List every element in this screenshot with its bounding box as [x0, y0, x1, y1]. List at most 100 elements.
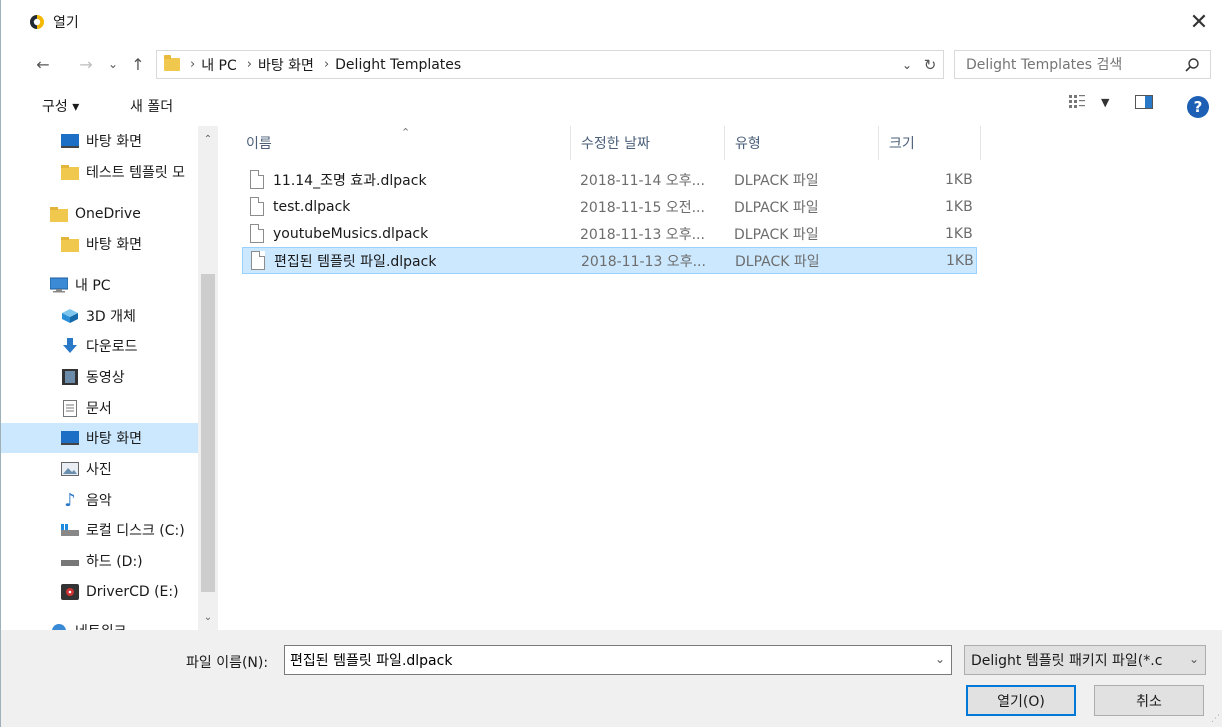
address-dropdown-icon[interactable]: ⌄: [897, 58, 917, 72]
breadcrumb-delight-templates[interactable]: Delight Templates: [335, 57, 461, 73]
help-icon[interactable]: ?: [1187, 96, 1209, 118]
sidebar-item-quick-desktop[interactable]: 바탕 화면: [1, 126, 198, 156]
3d-objects-icon: [61, 308, 79, 324]
sidebar-item-3d-objects[interactable]: 3D 개체: [1, 301, 198, 331]
folder-icon: [61, 164, 79, 180]
sidebar-item-test-templates[interactable]: 테스트 템플릿 모: [1, 157, 198, 187]
file-name: test.dlpack: [273, 198, 351, 215]
search-box: [954, 50, 1211, 79]
column-header-size-label: 크기: [889, 136, 915, 152]
new-folder-button[interactable]: 새 폴더: [130, 96, 173, 116]
address-bar[interactable]: › 내 PC › 바탕 화면 › Delight Templates ⌄ ↻: [156, 50, 944, 79]
document-icon: [61, 399, 79, 417]
view-dropdown-icon[interactable]: ▼: [1101, 96, 1109, 109]
network-icon: [50, 623, 68, 630]
breadcrumb-desktop[interactable]: 바탕 화면: [258, 55, 314, 75]
organize-menu[interactable]: 구성 ▾: [42, 96, 79, 116]
sidebar-item-label: 바탕 화면: [86, 134, 142, 150]
file-icon: [250, 224, 264, 243]
sidebar-item-desktop[interactable]: 바탕 화면: [1, 423, 198, 453]
sidebar-item-label: 네트워크: [75, 621, 127, 630]
refresh-icon[interactable]: ↻: [917, 56, 943, 74]
file-row[interactable]: 11.14_조명 효과.dlpack 2018-11-14 오후... DLPA…: [242, 167, 977, 194]
up-arrow-icon: ↑: [131, 54, 145, 74]
recent-locations-button[interactable]: ⌄: [102, 53, 124, 75]
sidebar-item-onedrive-desktop[interactable]: 바탕 화면: [1, 229, 198, 259]
close-button[interactable]: ✕: [1176, 0, 1222, 44]
scroll-up-icon[interactable]: ⌃: [198, 134, 218, 145]
column-header-size[interactable]: 크기: [879, 126, 981, 160]
filename-input[interactable]: [285, 647, 915, 673]
file-type: DLPACK 파일: [735, 253, 820, 270]
file-name: youtubeMusics.dlpack: [273, 225, 429, 242]
sidebar-item-videos[interactable]: 동영상: [1, 362, 198, 392]
chevron-down-icon: ⌄: [107, 57, 119, 71]
file-list: ⌃ 이름 수정한 날짜 유형 크기 11.14_조명 효과.dlpack 201…: [218, 126, 1222, 630]
sidebar-item-documents[interactable]: 문서: [1, 393, 198, 423]
sidebar-item-onedrive[interactable]: OneDrive: [1, 199, 198, 229]
sidebar-item-drivercd-e[interactable]: DriverCD (E:): [1, 577, 198, 607]
file-size: 1KB: [946, 252, 974, 269]
download-icon: [61, 338, 79, 354]
column-header-type[interactable]: 유형: [725, 126, 879, 160]
file-size: 1KB: [945, 198, 973, 215]
search-icon[interactable]: [1184, 57, 1200, 73]
filename-field: ⌄: [284, 645, 952, 675]
sidebar-item-label: 하드 (D:): [86, 554, 143, 570]
column-header-name-label: 이름: [246, 136, 272, 152]
local-disk-icon: [61, 522, 79, 538]
sidebar-item-drive-d[interactable]: 하드 (D:): [1, 546, 198, 576]
scroll-down-icon[interactable]: ⌄: [198, 612, 218, 623]
breadcrumb-my-pc[interactable]: 내 PC: [201, 55, 237, 75]
file-date: 2018-11-15 오전...: [580, 199, 705, 216]
sidebar-item-music[interactable]: ♪ 음악: [1, 485, 198, 515]
sidebar-item-label: 바탕 화면: [86, 237, 142, 253]
forward-arrow-icon: →: [79, 54, 93, 74]
up-button[interactable]: ↑: [127, 53, 149, 75]
scrollbar-thumb[interactable]: [201, 274, 215, 592]
back-arrow-icon: ←: [36, 54, 50, 74]
file-size: 1KB: [945, 225, 973, 242]
folder-icon: [61, 236, 79, 252]
search-input[interactable]: [955, 51, 1175, 78]
sidebar-item-label: 3D 개체: [86, 309, 136, 325]
sidebar-item-label: 바탕 화면: [86, 431, 142, 447]
column-header-date[interactable]: 수정한 날짜: [571, 126, 725, 160]
sidebar-item-my-pc[interactable]: 내 PC: [1, 270, 198, 300]
column-header-name[interactable]: 이름: [236, 126, 571, 160]
file-icon: [250, 170, 264, 189]
file-row-selected[interactable]: 편집된 템플릿 파일.dlpack 2018-11-13 오후... DLPAC…: [242, 247, 977, 274]
column-header-type-label: 유형: [735, 136, 761, 152]
window-title: 열기: [53, 15, 79, 31]
resize-grip-icon[interactable]: ⋰: [1211, 714, 1220, 724]
forward-button[interactable]: →: [75, 53, 97, 75]
navigation-pane: 바탕 화면 테스트 템플릿 모 OneDrive 바탕 화면 내 PC 3D 개…: [1, 126, 218, 630]
sidebar-item-label: 음악: [86, 493, 112, 509]
back-button[interactable]: ←: [32, 53, 54, 75]
view-options-icon[interactable]: [1069, 95, 1087, 109]
sidebar-item-pictures[interactable]: 사진: [1, 454, 198, 484]
address-row: ← → ⌄ ↑ › 내 PC › 바탕 화면 › Delight Templat…: [1, 44, 1222, 84]
sidebar-item-local-disk-c[interactable]: 로컬 디스크 (C:): [1, 515, 198, 545]
column-header-date-label: 수정한 날짜: [581, 136, 650, 152]
address-bar-controls: ⌄ ↻: [897, 51, 943, 78]
navigation-scrollbar[interactable]: ⌃ ⌄: [198, 126, 218, 630]
filetype-select[interactable]: Delight 템플릿 패키지 파일(*.c ⌄: [964, 645, 1206, 675]
sidebar-item-network[interactable]: 네트워크: [1, 616, 198, 630]
preview-pane-icon[interactable]: [1135, 95, 1154, 109]
sidebar-item-label: 다운로드: [86, 339, 138, 355]
cancel-button[interactable]: 취소: [1094, 685, 1204, 716]
picture-icon: [61, 461, 79, 477]
file-row[interactable]: youtubeMusics.dlpack 2018-11-13 오후... DL…: [242, 221, 977, 248]
file-row[interactable]: test.dlpack 2018-11-15 오전... DLPACK 파일 1…: [242, 194, 977, 221]
sidebar-item-downloads[interactable]: 다운로드: [1, 331, 198, 361]
cd-drive-icon: [61, 584, 79, 600]
folder-icon: [50, 206, 68, 222]
file-type: DLPACK 파일: [734, 226, 819, 243]
app-icon: [30, 15, 44, 29]
filename-dropdown-icon[interactable]: ⌄: [935, 652, 945, 666]
music-icon: ♪: [64, 489, 76, 511]
file-date: 2018-11-14 오후...: [580, 172, 705, 189]
sidebar-item-label: 테스트 템플릿 모: [86, 165, 186, 181]
open-button[interactable]: 열기(O): [966, 685, 1076, 716]
